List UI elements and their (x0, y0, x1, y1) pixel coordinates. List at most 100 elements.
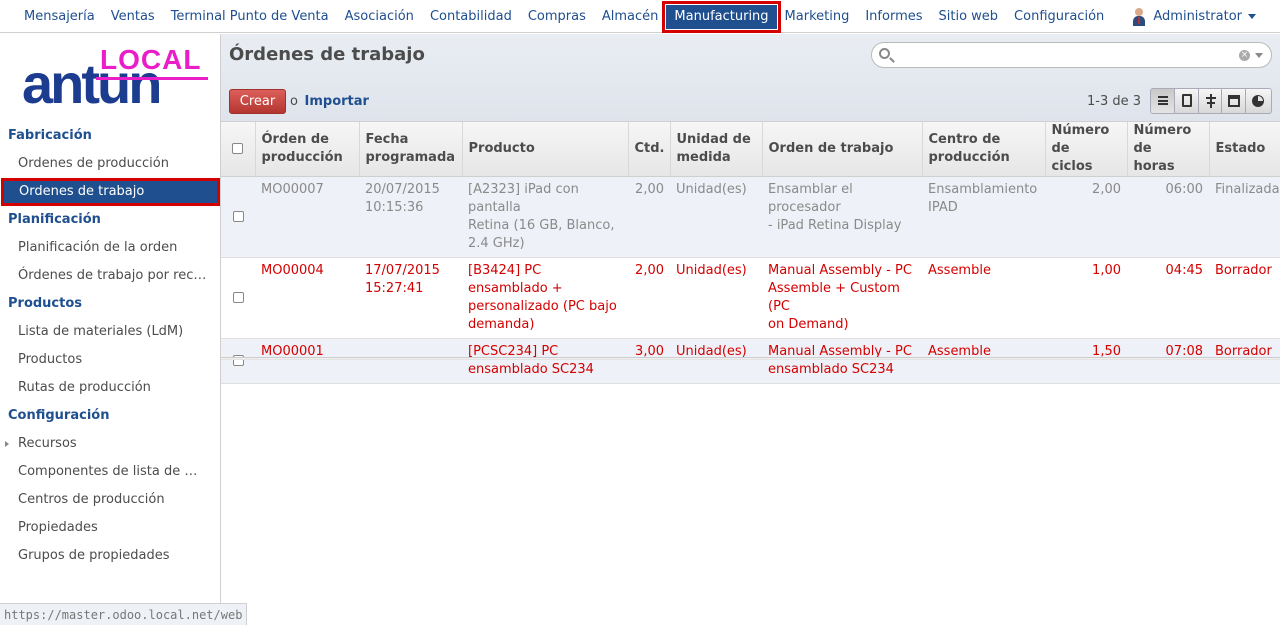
company-logo[interactable]: antun LOCAL (22, 44, 212, 112)
column-header-line: Número de (1133, 123, 1192, 156)
cell-date (359, 338, 462, 384)
cell-workcenter-line: Assemble (928, 263, 991, 278)
topmenu-item-mensajeria[interactable]: Mensajería (16, 5, 103, 29)
logo-badge-underline (96, 77, 208, 80)
topmenu-item-contabilidad[interactable]: Contabilidad (422, 5, 520, 29)
sidebar-item[interactable]: Componentes de lista de … (0, 458, 221, 486)
column-header[interactable]: Fecha programada (358, 122, 462, 177)
top-menu: Mensajería Ventas Terminal Punto de Venta A… (16, 0, 1112, 33)
table-header: Órden de producción Fecha programada Product… (221, 122, 1280, 177)
import-link[interactable]: Importar (305, 94, 369, 109)
column-header[interactable]: Órden de producción (254, 122, 359, 177)
pager-value[interactable]: 1-3 de 3 (1087, 94, 1141, 109)
cell-uom: Unidad(es) (670, 176, 762, 258)
sidebar-item[interactable]: Grupos de propiedades (0, 542, 221, 570)
topmenu-item-informes[interactable]: Informes (857, 5, 930, 29)
sidebar-item[interactable]: Planificación de la orden (0, 234, 221, 262)
search-box[interactable]: × (871, 42, 1272, 68)
row-checkbox[interactable] (232, 292, 244, 303)
cell-qty: 3,00 (628, 338, 670, 384)
topmenu-item-compras[interactable]: Compras (520, 5, 594, 29)
sidebar-item[interactable]: Rutas de producción (0, 374, 221, 402)
sidebar-item[interactable]: Propiedades (0, 514, 221, 542)
create-button[interactable]: Crear (229, 89, 286, 114)
sidebar-item-label: Rutas de producción (18, 380, 151, 395)
topmenu-item-terminal-punto-de-venta[interactable]: Terminal Punto de Venta (163, 5, 337, 29)
gantt-view-button[interactable] (1198, 89, 1223, 113)
column-header[interactable]: Orden de trabajo (761, 122, 922, 177)
sidebar-item[interactable]: Productos (0, 346, 221, 374)
sidebar-section-title: Productos (8, 296, 83, 311)
graph-view-button[interactable] (1246, 89, 1271, 113)
topmenu-item-ventas[interactable]: Ventas (103, 5, 163, 29)
column-header-line: medida (676, 150, 731, 165)
column-header-line: producción (261, 150, 343, 165)
logo-badge: LOCAL (100, 44, 202, 75)
list-icon (1158, 96, 1168, 105)
chevron-down-icon (1248, 14, 1256, 19)
cell-state: Finalizada (1209, 176, 1280, 258)
cell-workcenter: Assemble (922, 338, 1045, 384)
cell-product-line: ensamblado SC234 (468, 362, 594, 377)
cell-hours: 06:00 (1127, 176, 1209, 258)
search-input[interactable] (896, 46, 1236, 64)
sidebar-item[interactable]: Ordenes de producción (0, 150, 221, 178)
expand-arrow-icon[interactable] (5, 441, 9, 447)
sidebar-item[interactable]: Órdenes de trabajo por rec… (0, 262, 221, 290)
gantt-icon (1205, 94, 1216, 108)
topmenu-item-configuracion[interactable]: Configuración (1006, 5, 1112, 29)
sidebar-item[interactable]: Lista de materiales (LdM) (0, 318, 221, 346)
sidebar: antun LOCAL Fabricación Ordenes de produc… (0, 34, 248, 625)
user-menu[interactable]: Administrator (1131, 0, 1256, 33)
select-all-checkbox[interactable] (232, 143, 244, 154)
topmenu-item-asociacion[interactable]: Asociación (337, 5, 422, 29)
cell-date-line: 15:27:41 (365, 281, 424, 296)
cell-date-line: 20/07/2015 (365, 182, 440, 197)
row-checkbox-cell (221, 257, 255, 339)
cell-hours: 07:08 (1127, 338, 1209, 384)
table-row[interactable]: MO00007 20/07/2015 10:15:36 [A2323] iPad co… (221, 176, 1280, 258)
search-options-chevron-icon[interactable] (1255, 53, 1263, 58)
sidebar-item[interactable]: Ordenes de trabajo (1, 178, 220, 206)
clear-search-icon[interactable]: × (1239, 50, 1250, 61)
calendar-icon (1228, 95, 1241, 107)
column-header[interactable]: Ctd. (627, 122, 670, 177)
or-label: o (290, 94, 298, 109)
topmenu-item-sitio-web[interactable]: Sitio web (931, 5, 1007, 29)
column-header-line: Orden de trabajo (768, 141, 894, 156)
cell-workorder-line: Manual Assembly - PC (768, 263, 912, 278)
cell-product-line: demanda) (468, 317, 535, 332)
column-header[interactable]: Número de horas (1126, 122, 1209, 177)
table-row[interactable]: MO00001 [PCSC234] PC ensamblado SC234 3,00 U… (221, 338, 1280, 384)
form-view-button[interactable] (1174, 89, 1199, 113)
view-header: Órdenes de trabajo × Crear o Importar 1-… (221, 34, 1280, 122)
user-avatar-icon (1131, 7, 1147, 26)
cell-hours: 04:45 (1127, 257, 1209, 339)
search-icon (879, 48, 890, 59)
column-header[interactable]: Producto (461, 122, 628, 177)
view-switcher (1150, 88, 1272, 114)
list-view-button[interactable] (1151, 89, 1175, 113)
topmenu-item-almacen[interactable]: Almacén (594, 5, 667, 29)
topmenu-item-marketing[interactable]: Marketing (777, 5, 858, 29)
column-header[interactable]: Centro de producción (921, 122, 1045, 177)
calendar-view-button[interactable] (1222, 89, 1247, 113)
column-header[interactable]: Estado (1208, 122, 1280, 177)
column-header-line: Unidad de (676, 132, 751, 147)
sidebar-item[interactable]: Centros de producción (0, 486, 221, 514)
cell-workorder: Manual Assembly - PC ensamblado SC234 (762, 338, 922, 384)
topmenu-item-manufacturing[interactable]: Manufacturing (662, 0, 781, 33)
cell-product-line: 2.4 GHz) (468, 236, 525, 251)
row-checkbox[interactable] (232, 211, 244, 222)
sidebar-section-title: Planificación (8, 212, 101, 227)
table-row[interactable]: MO00004 17/07/2015 15:27:41 [B3424] PC ensa… (221, 257, 1280, 339)
column-header[interactable]: Número de ciclos (1044, 122, 1127, 177)
cell-workorder-line: on Demand) (768, 317, 849, 332)
sidebar-item-label: Recursos (18, 436, 77, 451)
cell-date-line: 17/07/2015 (365, 263, 440, 278)
cell-workorder: Ensamblar el procesador - iPad Retina Dis… (762, 176, 922, 258)
cell-qty: 2,00 (628, 257, 670, 339)
sidebar-item[interactable]: Recursos (0, 430, 221, 458)
column-header[interactable]: Unidad de medida (669, 122, 762, 177)
cell-uom: Unidad(es) (670, 257, 762, 339)
